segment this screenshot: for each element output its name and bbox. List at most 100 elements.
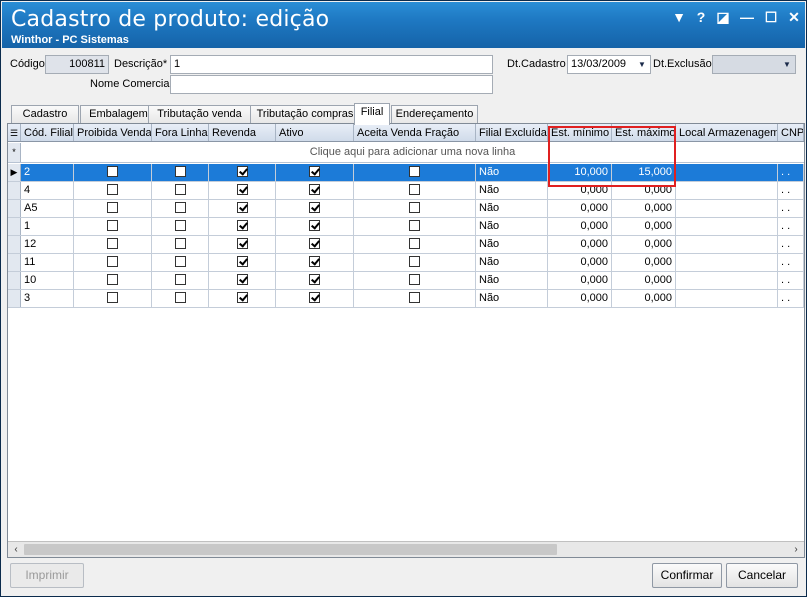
proibida-venda-checkbox[interactable] <box>107 219 118 231</box>
restore-layout-icon[interactable]: ◪ <box>714 8 732 26</box>
chevron-down-icon[interactable]: ▼ <box>779 56 795 73</box>
revenda-checkbox[interactable] <box>236 183 248 195</box>
col-ativo[interactable]: Ativo <box>276 124 354 141</box>
table-row[interactable]: A5 Não 0,000 0,000. . <box>8 200 804 218</box>
cell-filial-excluida[interactable]: Não <box>476 182 548 199</box>
row-selector[interactable] <box>8 272 21 289</box>
ativo-checkbox[interactable] <box>309 183 320 195</box>
row-selector[interactable] <box>8 182 21 199</box>
fora-linha-checkbox[interactable] <box>174 201 186 213</box>
imprimir-button[interactable]: Imprimir <box>10 563 84 588</box>
grid-cell[interactable] <box>152 272 209 289</box>
cell-cnpj[interactable]: . . <box>778 254 804 271</box>
descricao-field[interactable]: 1 <box>170 55 493 74</box>
table-row[interactable]: 12 Não 0,000 0,000. . <box>8 236 804 254</box>
grid-cell[interactable] <box>354 236 476 253</box>
table-row[interactable]: 10 Não 0,000 0,000. . <box>8 272 804 290</box>
fora-linha-checkbox[interactable] <box>174 183 186 195</box>
cell-cnpj[interactable]: . . <box>778 236 804 253</box>
col-fora-linha[interactable]: Fora Linha <box>152 124 209 141</box>
cell-cod-filial[interactable]: 10 <box>21 272 74 289</box>
add-new-row-link[interactable]: Clique aqui para adicionar uma nova linh… <box>22 143 803 162</box>
cell-cnpj[interactable]: . . <box>778 290 804 307</box>
cell-filial-excluida[interactable]: Não <box>476 272 548 289</box>
proibida-venda-checkbox[interactable] <box>107 165 118 177</box>
cell-local-armazenagem[interactable] <box>676 200 778 217</box>
grid-cell[interactable] <box>276 218 354 235</box>
aceita-fracao-checkbox[interactable] <box>409 165 420 177</box>
cell-cnpj[interactable]: . . <box>778 182 804 199</box>
dt-exclusao-field[interactable]: ▼ <box>712 55 796 74</box>
proibida-venda-checkbox[interactable] <box>107 201 118 213</box>
table-row[interactable]: 1 Não 0,000 0,000. . <box>8 218 804 236</box>
grid-cell[interactable] <box>209 236 276 253</box>
cell-filial-excluida[interactable]: Não <box>476 254 548 271</box>
cell-filial-excluida[interactable]: Não <box>476 218 548 235</box>
col-local-armazenagem[interactable]: Local Armazenagem <box>676 124 778 141</box>
confirmar-button[interactable]: Confirmar <box>652 563 722 588</box>
fora-linha-checkbox[interactable] <box>174 219 186 231</box>
scrollbar-thumb[interactable] <box>24 544 557 555</box>
aceita-fracao-checkbox[interactable] <box>409 273 420 285</box>
aceita-fracao-checkbox[interactable] <box>409 255 420 267</box>
ativo-checkbox[interactable] <box>309 219 320 231</box>
row-selector[interactable] <box>8 218 21 235</box>
grid-cell[interactable] <box>354 218 476 235</box>
cell-cod-filial[interactable]: A5 <box>21 200 74 217</box>
grid-cell[interactable] <box>276 164 354 181</box>
revenda-checkbox[interactable] <box>236 255 248 267</box>
proibida-venda-checkbox[interactable] <box>107 183 118 195</box>
grid-cell[interactable] <box>74 182 152 199</box>
ativo-checkbox[interactable] <box>309 237 320 249</box>
cell-filial-excluida[interactable]: Não <box>476 164 548 181</box>
tab-filial[interactable]: Filial <box>354 103 390 125</box>
cell-cod-filial[interactable]: 12 <box>21 236 74 253</box>
aceita-fracao-checkbox[interactable] <box>409 291 420 303</box>
cell-filial-excluida[interactable]: Não <box>476 200 548 217</box>
cell-est-minimo[interactable]: 0,000 <box>548 236 612 253</box>
cell-est-maximo[interactable]: 0,000 <box>612 236 676 253</box>
grid-cell[interactable] <box>209 164 276 181</box>
grid-cell[interactable] <box>152 182 209 199</box>
grid-cell[interactable] <box>74 164 152 181</box>
cell-est-maximo[interactable]: 0,000 <box>612 218 676 235</box>
aceita-fracao-checkbox[interactable] <box>409 201 420 213</box>
fora-linha-checkbox[interactable] <box>174 237 186 249</box>
aceita-fracao-checkbox[interactable] <box>409 219 420 231</box>
grid-cell[interactable] <box>152 218 209 235</box>
ativo-checkbox[interactable] <box>309 291 320 303</box>
cell-filial-excluida[interactable]: Não <box>476 290 548 307</box>
tab-tributacao-venda[interactable]: Tributação venda <box>148 105 251 124</box>
cell-est-maximo[interactable]: 0,000 <box>612 290 676 307</box>
grid-cell[interactable] <box>209 272 276 289</box>
cell-est-minimo[interactable]: 0,000 <box>548 200 612 217</box>
proibida-venda-checkbox[interactable] <box>107 237 118 249</box>
cell-local-armazenagem[interactable] <box>676 254 778 271</box>
proibida-venda-checkbox[interactable] <box>107 291 118 303</box>
new-row-placeholder[interactable]: * Clique aqui para adicionar uma nova li… <box>8 143 804 163</box>
ativo-checkbox[interactable] <box>309 201 320 213</box>
row-selector[interactable] <box>8 200 21 217</box>
tab-tributacao-compras[interactable]: Tributação compras <box>250 105 360 124</box>
row-selector[interactable] <box>8 236 21 253</box>
cell-est-maximo[interactable]: 0,000 <box>612 272 676 289</box>
table-row[interactable]: 4 Não 0,000 0,000. . <box>8 182 804 200</box>
cell-est-minimo[interactable]: 10,000 <box>548 164 612 181</box>
col-cnpj[interactable]: CNPJ <box>778 124 804 141</box>
close-icon[interactable]: ✕ <box>785 8 803 26</box>
cell-local-armazenagem[interactable] <box>676 182 778 199</box>
grid-cell[interactable] <box>354 200 476 217</box>
table-row[interactable]: ▶ 2 Não 10,000 15,000 . . <box>8 164 804 182</box>
table-row[interactable]: 11 Não 0,000 0,000. . <box>8 254 804 272</box>
col-revenda[interactable]: Revenda <box>209 124 276 141</box>
grid-cell[interactable] <box>354 290 476 307</box>
scroll-left-icon[interactable]: ‹ <box>8 542 24 557</box>
column-chooser-icon[interactable]: ☰ <box>8 124 21 141</box>
grid-cell[interactable] <box>74 272 152 289</box>
dropdown-menu-icon[interactable]: ▼ <box>670 8 688 26</box>
fora-linha-checkbox[interactable] <box>174 291 186 303</box>
col-cod-filial[interactable]: Cód. Filial <box>21 124 74 141</box>
cell-cod-filial[interactable]: 2 <box>21 164 74 181</box>
proibida-venda-checkbox[interactable] <box>107 273 118 285</box>
aceita-fracao-checkbox[interactable] <box>409 237 420 249</box>
